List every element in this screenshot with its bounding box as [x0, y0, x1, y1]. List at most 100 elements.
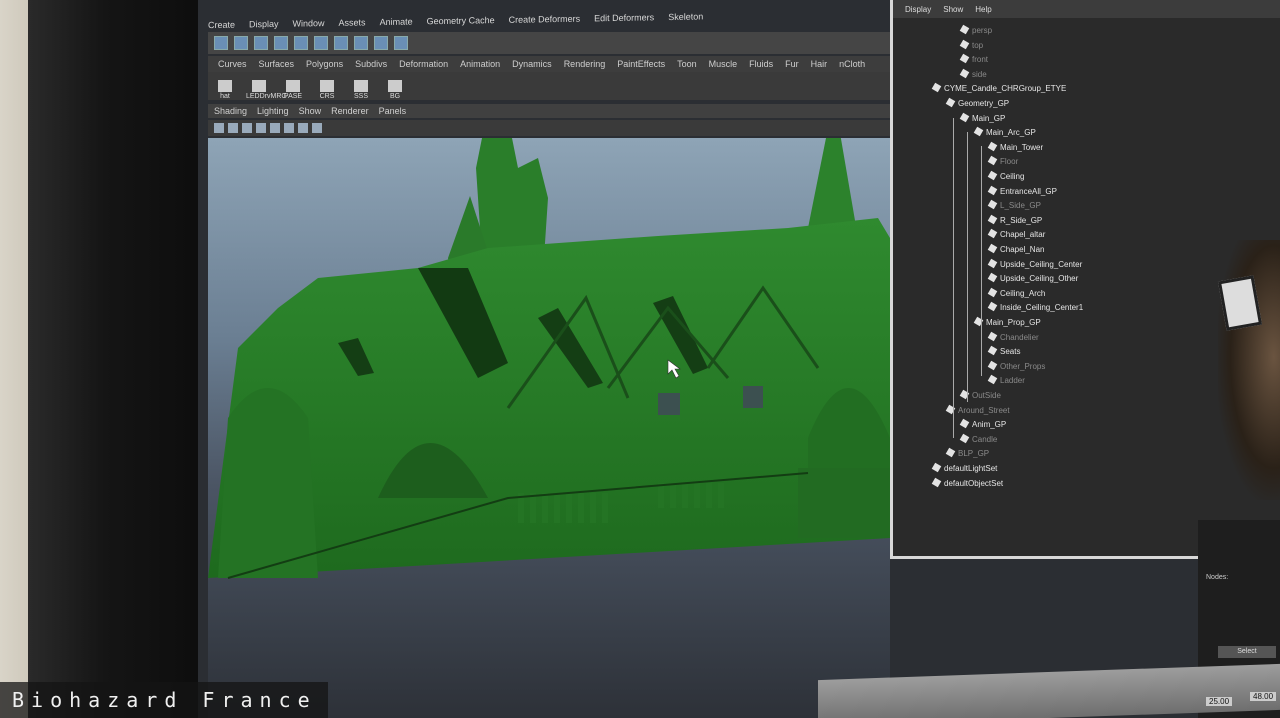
outliner-item[interactable]: Main_Arc_GP — [973, 126, 1036, 137]
snap-curve-icon[interactable] — [314, 36, 328, 50]
snap-point-icon[interactable] — [334, 36, 348, 50]
outliner-item[interactable]: Upside_Ceiling_Center — [987, 258, 1082, 269]
outliner-item[interactable]: front — [959, 53, 988, 64]
shelf-tab[interactable]: Fur — [785, 59, 799, 69]
outliner-item[interactable]: Main_Prop_GP — [973, 316, 1041, 327]
smooth-shade-icon[interactable] — [242, 123, 252, 133]
outliner-item[interactable]: BLP_GP — [945, 448, 989, 458]
panel-menu-item[interactable]: Lighting — [257, 106, 289, 116]
xray-icon[interactable] — [312, 123, 322, 133]
shelf-tab[interactable]: Curves — [218, 59, 247, 69]
shelf-tab[interactable]: Muscle — [709, 59, 738, 69]
shelf-button[interactable]: PASE — [280, 80, 306, 100]
select-button[interactable]: Select — [1218, 646, 1276, 658]
outliner-item[interactable]: Ceiling_Arch — [987, 287, 1045, 298]
shelf-tab[interactable]: Fluids — [749, 59, 773, 69]
outliner-item[interactable]: defaultObjectSet — [931, 477, 1003, 488]
save-scene-icon[interactable] — [254, 36, 268, 50]
shelf-tab[interactable]: Hair — [811, 59, 828, 69]
outliner-item[interactable]: persp — [959, 24, 992, 35]
outliner-item[interactable]: Other_Props — [987, 360, 1046, 371]
transform-node-icon — [987, 287, 998, 298]
render-settings-icon[interactable] — [394, 36, 408, 50]
transform-node-icon — [987, 360, 998, 371]
outliner-item-label: Other_Props — [1000, 361, 1046, 371]
panel-menu-item[interactable]: Panels — [379, 106, 407, 116]
outliner-item[interactable]: Chandelier — [987, 331, 1039, 342]
outliner-item[interactable]: R_Side_GP — [987, 214, 1042, 225]
menu-item[interactable]: Display — [249, 19, 279, 30]
shelf: hat LEDDrvMRG PASE CRS SSS BG — [208, 72, 902, 100]
menu-item[interactable]: Create — [208, 20, 235, 30]
outliner-item[interactable]: EntranceAll_GP — [987, 185, 1057, 196]
outliner-item[interactable]: Ceiling — [987, 170, 1024, 181]
shelf-tab[interactable]: nCloth — [839, 59, 865, 69]
outliner-item-label: Geometry_GP — [958, 99, 1010, 108]
shelf-tab[interactable]: Animation — [460, 59, 500, 69]
outliner-menu-item[interactable]: Show — [943, 5, 963, 14]
shelf-button[interactable]: CRS — [314, 80, 340, 100]
outliner-item[interactable]: defaultLightSet — [931, 462, 997, 473]
outliner-menu-item[interactable]: Help — [975, 5, 991, 14]
isolate-icon[interactable] — [298, 123, 308, 133]
shelf-button[interactable]: hat — [212, 80, 238, 100]
panel-menu-item[interactable]: Shading — [214, 106, 247, 116]
outliner-item[interactable]: top — [959, 39, 983, 50]
outliner-item[interactable]: Upside_Ceiling_Other — [987, 272, 1079, 284]
menu-item[interactable]: Create Deformers — [509, 14, 581, 25]
shelf-tab[interactable]: Surfaces — [259, 59, 295, 69]
menu-item[interactable]: Geometry Cache — [427, 15, 495, 26]
outliner-item[interactable]: Main_Tower — [987, 141, 1043, 152]
wireframe-icon[interactable] — [228, 123, 238, 133]
menu-item[interactable]: Animate — [380, 17, 413, 28]
outliner-item[interactable]: Chapel_altar — [987, 229, 1045, 239]
snap-grid-icon[interactable] — [294, 36, 308, 50]
shelf-button[interactable]: BG — [382, 80, 408, 100]
outliner-item[interactable]: Around_Street — [945, 404, 1010, 415]
start-time-field[interactable]: 25.00 — [1206, 697, 1233, 706]
new-scene-icon[interactable] — [214, 36, 228, 50]
transform-node-icon — [987, 331, 998, 341]
textured-icon[interactable] — [256, 123, 266, 133]
shadows-icon[interactable] — [284, 123, 294, 133]
lights-icon[interactable] — [270, 123, 280, 133]
outliner-item[interactable]: Anim_GP — [959, 418, 1007, 430]
panel-menu-item[interactable]: Show — [299, 106, 322, 116]
panel-menu-item[interactable]: Renderer — [331, 106, 369, 116]
shelf-tab[interactable]: Subdivs — [355, 59, 387, 69]
end-time-field[interactable]: 48.00 — [1250, 692, 1277, 701]
ipr-render-icon[interactable] — [374, 36, 388, 50]
shelf-tab[interactable]: Polygons — [306, 59, 343, 69]
outliner-item[interactable]: Chapel_Nan — [987, 243, 1044, 254]
outliner-item[interactable]: Geometry_GP — [945, 97, 1010, 108]
shelf-tab[interactable]: Rendering — [564, 59, 606, 69]
transform-node-icon — [987, 170, 998, 181]
outliner-menu-item[interactable]: Display — [905, 5, 931, 14]
open-scene-icon[interactable] — [234, 36, 248, 50]
menu-item[interactable]: Edit Deformers — [594, 12, 654, 23]
shelf-tab[interactable]: Deformation — [399, 59, 448, 69]
shelf-tab[interactable]: Dynamics — [512, 59, 552, 69]
shelf-button[interactable]: SSS — [348, 80, 374, 100]
outliner-item[interactable]: Inside_Ceiling_Center1 — [987, 302, 1083, 312]
shelf-button[interactable]: LEDDrvMRG — [246, 80, 287, 100]
shelf-tab[interactable]: Toon — [677, 59, 697, 69]
select-tool-icon[interactable] — [274, 36, 288, 50]
outliner-item[interactable]: CYME_Candle_CHRGroup_ETYE — [931, 83, 1066, 93]
outliner-item[interactable]: Candle — [959, 433, 997, 444]
render-icon[interactable] — [354, 36, 368, 50]
shelf-tab[interactable]: PaintEffects — [617, 59, 665, 69]
3d-viewport[interactable] — [208, 138, 890, 718]
camera-icon[interactable] — [214, 123, 224, 133]
menu-item[interactable]: Skeleton — [668, 11, 703, 22]
menu-item[interactable]: Window — [293, 18, 325, 29]
outliner-item[interactable]: L_Side_GP — [987, 199, 1041, 210]
outliner-item-label: Anim_GP — [972, 420, 1007, 430]
outliner-item-label: Upside_Ceiling_Other — [1000, 274, 1079, 284]
outliner-item[interactable]: Ladder — [987, 375, 1025, 385]
outliner-item[interactable]: Main_GP — [959, 112, 1005, 123]
outliner-item[interactable]: side — [959, 68, 987, 79]
menu-item[interactable]: Assets — [339, 17, 366, 27]
outliner-item[interactable]: Seats — [987, 345, 1020, 356]
outliner-item[interactable]: Floor — [987, 156, 1018, 166]
